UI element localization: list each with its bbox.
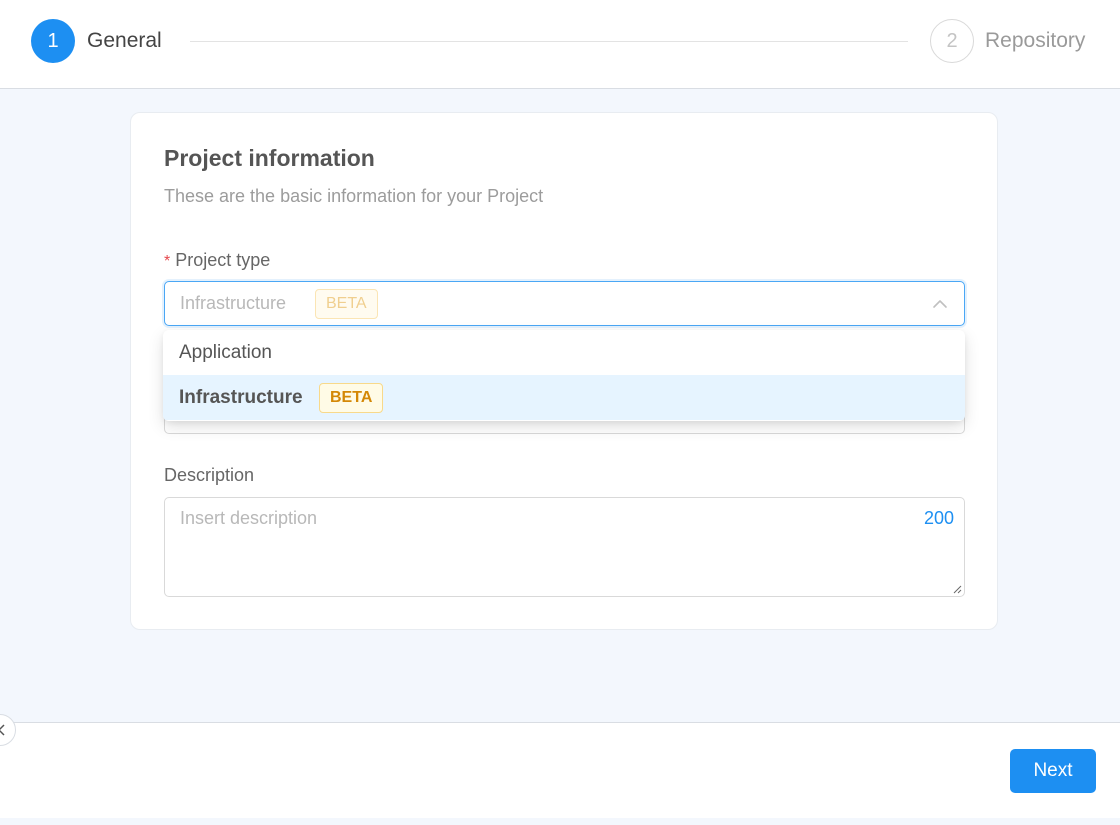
step-2-indicator[interactable]: 2	[930, 19, 974, 63]
description-textarea[interactable]: Insert description 200	[164, 497, 965, 597]
option-application[interactable]: Application	[163, 330, 965, 375]
option-label: Infrastructure	[179, 387, 303, 408]
project-type-label-text: Project type	[175, 250, 271, 270]
resize-handle-icon[interactable]	[952, 584, 962, 594]
next-button[interactable]: Next	[1010, 749, 1096, 793]
project-type-label: * Project type	[164, 250, 270, 271]
char-count: 200	[923, 508, 954, 528]
card-subtitle: These are the basic information for your…	[164, 186, 544, 206]
step-1-label[interactable]: General	[87, 29, 162, 53]
project-type-dropdown: Application Infrastructure BETA	[163, 330, 965, 421]
step-1-indicator[interactable]: 1	[31, 19, 75, 63]
card-title: Project information	[164, 145, 375, 171]
required-mark: *	[164, 253, 171, 270]
project-type-selected-value: Infrastructure	[180, 293, 287, 313]
project-type-select[interactable]: Infrastructure BETA	[164, 281, 965, 326]
steps-header: 1 General 2 Repository	[0, 0, 1120, 89]
beta-badge: BETA	[319, 383, 384, 413]
step-2-label[interactable]: Repository	[985, 29, 1085, 53]
description-label: Description	[164, 465, 255, 485]
chevron-left-icon	[0, 724, 5, 736]
option-label: Application	[179, 342, 272, 363]
footer-bar: Next	[0, 722, 1120, 818]
steps-connector	[190, 41, 908, 42]
chevron-up-icon[interactable]	[930, 294, 950, 314]
option-infrastructure[interactable]: Infrastructure BETA	[163, 375, 965, 420]
description-placeholder: Insert description	[180, 508, 318, 528]
selected-beta-badge: BETA	[315, 289, 378, 319]
